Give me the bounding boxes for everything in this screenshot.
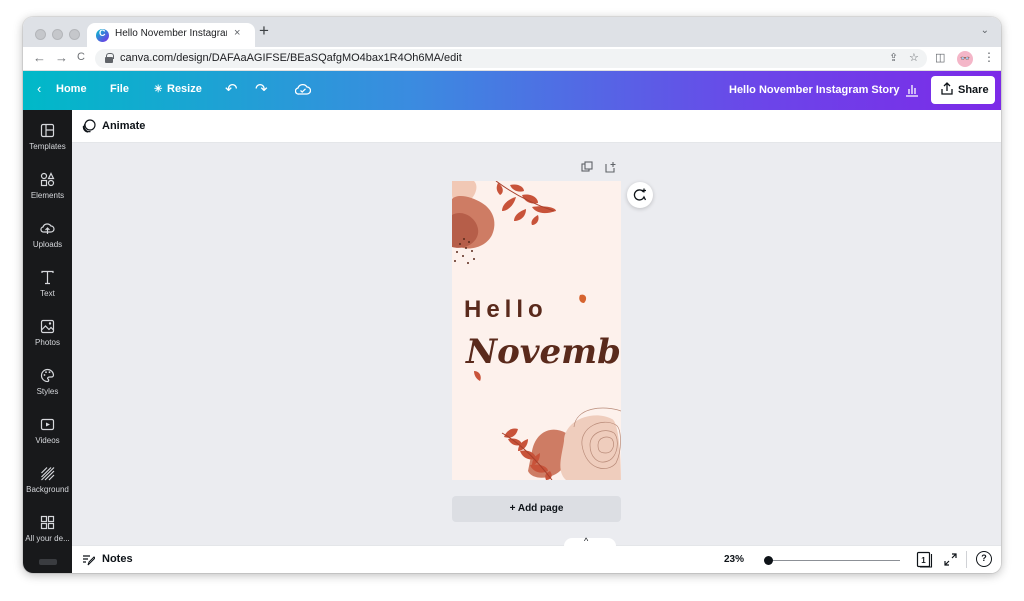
sidebar-item-label: All your de... [25, 534, 70, 543]
editor-top-bar: ‹ Home File ✳ Resize ↶ ↷ Hello November … [23, 71, 1001, 110]
page-count: 1 [921, 556, 926, 565]
maximize-window-button[interactable] [69, 29, 80, 40]
chevron-left-icon[interactable]: ‹ [37, 81, 41, 96]
notes-icon [83, 555, 95, 566]
insights-chart-icon[interactable] [905, 83, 919, 97]
canva-favicon-icon [96, 28, 109, 42]
resize-button[interactable]: Resize [167, 83, 202, 95]
side-panel-icon[interactable]: ◫ [935, 51, 945, 64]
sidebar-item-styles[interactable]: Styles [23, 363, 72, 409]
uploads-icon [40, 223, 55, 234]
background-icon [41, 467, 55, 481]
tab-close-icon[interactable]: × [234, 27, 240, 39]
browser-window: Hello November Instagram Sto × + ⌄ ← → C… [23, 17, 1001, 573]
lock-icon [105, 53, 114, 63]
profile-avatar[interactable]: 👓 [957, 51, 973, 67]
videos-icon [40, 418, 55, 431]
november-text[interactable]: November [465, 332, 621, 372]
sidebar-item-background[interactable]: Background [23, 461, 72, 507]
home-button[interactable]: Home [56, 83, 87, 95]
styles-icon [40, 368, 55, 383]
sidebar-item-photos[interactable]: Photos [23, 314, 72, 360]
sidebar-item-label: Videos [35, 436, 60, 445]
url-field[interactable]: canva.com/design/DAFAaAGIFSE/BEaSQafgMO4… [95, 49, 927, 68]
zoom-level[interactable]: 23% [724, 554, 744, 565]
back-button[interactable]: ← [33, 50, 46, 65]
templates-icon [40, 123, 55, 138]
sidebar-item-uploads[interactable]: Uploads [23, 216, 72, 262]
close-window-button[interactable] [35, 29, 46, 40]
forward-button[interactable]: → [55, 50, 68, 65]
sidebar-item-label: Photos [35, 338, 60, 347]
sidebar-item-templates[interactable]: Templates [23, 118, 72, 164]
hello-text[interactable]: Hello [464, 296, 548, 323]
redo-icon[interactable]: ↷ [255, 80, 268, 98]
notes-button[interactable]: Notes [102, 553, 133, 565]
document-title[interactable]: Hello November Instagram Story [729, 84, 900, 96]
help-button[interactable]: ? [976, 551, 992, 567]
share-page-icon[interactable]: ⇪ [889, 51, 898, 64]
browser-tab[interactable]: Hello November Instagram Sto × [87, 23, 255, 47]
sidebar-item-label: Styles [36, 387, 59, 396]
address-bar: ← → C canva.com/design/DAFAaAGIFSE/BEaSQ… [23, 47, 1001, 71]
photos-icon [40, 319, 55, 334]
cloud-saved-icon[interactable] [295, 83, 311, 95]
sidebar-item-text[interactable]: Text [23, 265, 72, 311]
share-upload-icon [941, 82, 953, 95]
left-sidebar: Templates Elements Uploads Text Photos S… [23, 110, 72, 573]
tab-strip: Hello November Instagram Sto × + ⌄ [23, 17, 1001, 47]
undo-icon[interactable]: ↶ [225, 80, 238, 98]
sidebar-item-elements[interactable]: Elements [23, 167, 72, 213]
chevron-up-icon: ^ [584, 536, 589, 546]
context-toolbar: Animate [72, 110, 1001, 143]
tab-search-icon[interactable]: ⌄ [981, 25, 989, 36]
zoom-slider-track[interactable] [768, 560, 900, 561]
add-page-label: + Add page [509, 503, 564, 514]
sidebar-item-label: Uploads [32, 240, 63, 249]
divider [966, 551, 967, 568]
comment-add-icon [633, 188, 647, 201]
design-page[interactable]: Hello November [452, 181, 621, 480]
refresh-suggestions-button[interactable] [627, 182, 653, 208]
elements-icon [40, 172, 55, 187]
apps-icon [40, 515, 55, 530]
reload-button[interactable]: C [77, 51, 85, 63]
collapse-pages-button[interactable]: ^ [564, 536, 616, 548]
zoom-slider-handle[interactable] [764, 556, 773, 565]
fullscreen-icon[interactable] [944, 553, 957, 566]
duplicate-page-icon[interactable] [581, 161, 593, 173]
file-menu-button[interactable]: File [110, 83, 129, 95]
url-text: canva.com/design/DAFAaAGIFSE/BEaSQafgMO4… [120, 52, 462, 64]
more-apps-icon[interactable] [39, 559, 57, 565]
bookmark-star-icon[interactable]: ☆ [909, 51, 919, 64]
text-icon [41, 270, 54, 285]
add-page-icon[interactable] [605, 161, 617, 173]
sparkle-icon: ✳ [154, 84, 163, 95]
sidebar-item-videos[interactable]: Videos [23, 412, 72, 458]
sidebar-item-label: Text [40, 289, 55, 298]
animate-button[interactable]: Animate [102, 120, 145, 132]
sidebar-item-label: Templates [29, 142, 66, 151]
editor-bottom-bar: ^ Notes 23% 1 ? [72, 536, 1001, 573]
sidebar-item-label: Background [26, 485, 69, 494]
add-page-button[interactable]: + Add page [452, 496, 621, 522]
share-button[interactable]: Share [931, 76, 995, 104]
tab-title: Hello November Instagram Sto [115, 28, 227, 39]
browser-menu-icon[interactable]: ⋮ [983, 50, 995, 64]
sidebar-item-all-designs[interactable]: All your de... [23, 510, 72, 556]
animate-icon [82, 119, 96, 133]
page-grid-icon[interactable]: 1 [916, 551, 933, 568]
new-tab-button[interactable]: + [259, 22, 269, 40]
autumn-decoration-graphic: Hello November [452, 181, 621, 480]
sidebar-item-label: Elements [30, 191, 65, 200]
share-label: Share [958, 84, 989, 96]
minimize-window-button[interactable] [52, 29, 63, 40]
